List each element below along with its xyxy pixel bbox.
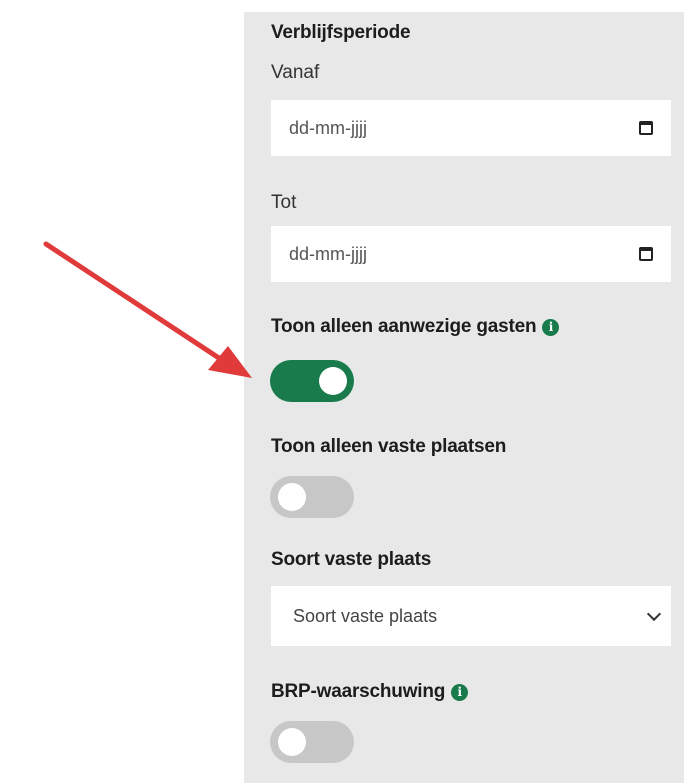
page: Verblijfsperiode Vanaf dd-mm-jjjj Tot dd… [0,0,694,783]
red-arrow-icon [43,241,252,378]
